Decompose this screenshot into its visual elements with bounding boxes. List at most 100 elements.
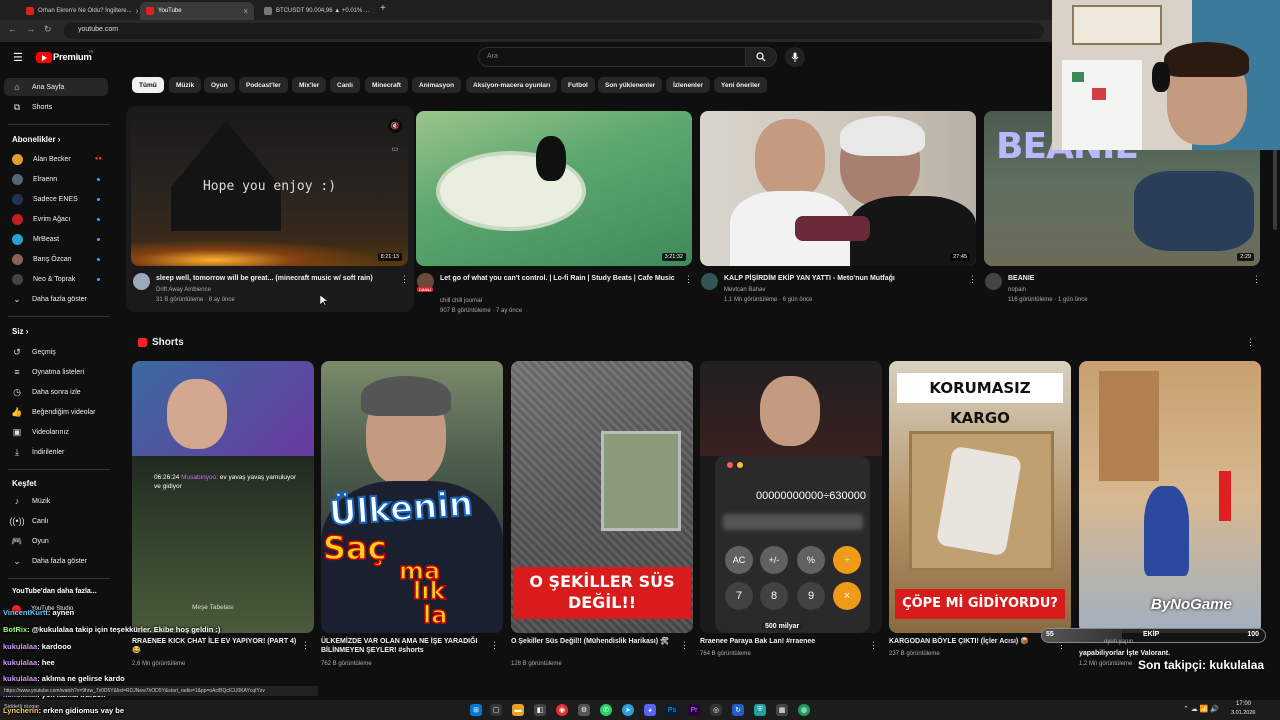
voice-search-button[interactable] — [785, 47, 805, 67]
search-input[interactable]: Ara — [478, 47, 746, 67]
whatsapp-icon[interactable]: ✆ — [600, 704, 612, 716]
sidebar-sub-mrbeast[interactable]: MrBeast — [4, 230, 108, 248]
sidebar-explore-show-more[interactable]: ⌄ Daha fazla göster — [4, 552, 108, 570]
edge-icon[interactable]: ◍ — [798, 704, 810, 716]
channel-name[interactable]: nopain — [1008, 286, 1026, 294]
short-title[interactable]: O Şekiller Süs Değil!! (Mühendislik Hari… — [511, 637, 676, 646]
browser-tab-1[interactable]: Orhan Ekren'e Ne Oldu? İngiltere... × — [20, 2, 138, 20]
obs-icon[interactable]: ◎ — [710, 704, 722, 716]
short-title[interactable]: yapabiliyorlar İşte Valorant. — [1079, 649, 1239, 658]
chip-music[interactable]: Müzik — [169, 77, 202, 93]
channel-avatar[interactable] — [133, 273, 150, 290]
shorts-more-options-icon[interactable]: ⋮ — [1246, 337, 1255, 348]
captions-icon[interactable]: ▭ — [388, 143, 402, 155]
short-title[interactable]: KARGODAN BÖYLE ÇIKTI! (İçler Acısı) 📦 — [889, 637, 1049, 646]
task-view-icon[interactable]: ▢ — [490, 704, 502, 716]
chip-gaming[interactable]: Oyun — [204, 77, 235, 93]
file-explorer-icon[interactable]: ▬ — [512, 704, 524, 716]
reload-icon[interactable]: ↻ — [44, 24, 52, 35]
chip-recently-uploaded[interactable]: Son yüklenenler — [598, 77, 663, 93]
menu-icon[interactable]: ☰ — [13, 51, 23, 64]
settings-gear-icon[interactable]: ⚙ — [578, 704, 590, 716]
forward-icon[interactable]: → — [26, 24, 35, 34]
chip-all[interactable]: Tümü — [132, 77, 164, 93]
chip-new-to-you[interactable]: Yeni öneriler — [714, 77, 768, 93]
short-title[interactable]: Rraenee Paraya Bak Lan! #rraenee — [700, 637, 865, 646]
youtube-logo-icon[interactable] — [36, 52, 52, 63]
short-thumbnail[interactable]: KORUMASIZ KARGO ÇÖPE Mİ GİDİYORDU? — [889, 361, 1071, 633]
sidebar-sub-sadece-enes[interactable]: Sadece ENES — [4, 190, 108, 208]
close-tab-icon[interactable]: × — [373, 7, 374, 16]
video-title[interactable]: sleep well, tomorrow will be great... (m… — [156, 274, 396, 283]
more-options-icon[interactable]: ⋮ — [301, 640, 310, 651]
chrome-icon[interactable]: ◉ — [556, 704, 568, 716]
video-thumbnail[interactable]: 27:45 — [700, 111, 976, 266]
short-title[interactable]: ÜLKEMİZDE VAR OLAN AMA NE İŞE YARADIĞI B… — [321, 637, 486, 655]
more-options-icon[interactable]: ⋮ — [869, 640, 878, 651]
video-title[interactable]: KALP PİŞİRDİM EKİP YAN YATTI - Meto'nun … — [724, 274, 960, 283]
short-title[interactable]: RRAENEE KICK CHAT İLE EV YAPIYOR! (PART … — [132, 637, 297, 655]
back-icon[interactable]: ← — [8, 24, 17, 34]
channel-name[interactable]: Drift Away Ambience — [156, 286, 211, 294]
more-options-icon[interactable]: ⋮ — [1252, 274, 1261, 285]
search-button[interactable] — [745, 47, 777, 67]
premiere-icon[interactable]: Pr — [688, 704, 700, 716]
close-tab-icon[interactable]: × — [243, 7, 248, 16]
photoshop-icon[interactable]: Ps — [666, 704, 678, 716]
app-icon[interactable]: ▦ — [776, 704, 788, 716]
short-thumbnail[interactable]: O ŞEKİLLER SÜS DEĞİL!! — [511, 361, 693, 633]
channel-name[interactable]: Mevtcan Bahav — [724, 286, 765, 294]
sidebar-show-more[interactable]: ⌄ Daha fazla göster — [4, 290, 108, 308]
short-thumbnail[interactable]: 00000000000÷630000 AC +/- % ÷ 7 8 9 × 50… — [700, 361, 882, 633]
sidebar-item-liked[interactable]: 👍 Beğendiğim videolar — [4, 403, 108, 421]
sidebar-sub-baris-ozcan[interactable]: Barış Özcan — [4, 250, 108, 268]
short-thumbnail[interactable]: 06:26:24 Musabinyoo: ev yavaş yavaş yamu… — [132, 361, 314, 633]
chip-live[interactable]: Canlı — [330, 77, 360, 93]
sidebar-item-gaming[interactable]: 🎮 Oyun — [4, 532, 108, 550]
app-icon[interactable]: ↻ — [732, 704, 744, 716]
channel-avatar[interactable] — [701, 273, 718, 290]
video-title[interactable]: BEANIE — [1008, 274, 1244, 283]
video-thumbnail[interactable]: Hope you enjoy :) 8:21:13 — [131, 111, 408, 266]
short-thumbnail[interactable]: Ülkenin Saç ma lık la — [321, 361, 503, 633]
channel-name[interactable]: chill chill journal — [440, 297, 482, 305]
sidebar-item-watch-later[interactable]: ◷ Daha sonra izle — [4, 383, 108, 401]
sidebar-item-your-videos[interactable]: ▣ Videolarınız — [4, 423, 108, 441]
more-options-icon[interactable]: ⋮ — [400, 274, 409, 285]
chip-animation[interactable]: Animasyon — [412, 77, 462, 93]
chip-minecraft[interactable]: Minecraft — [365, 77, 408, 93]
more-options-icon[interactable]: ⋮ — [680, 640, 689, 651]
sidebar-item-playlists[interactable]: ≡ Oynatma listeleri — [4, 363, 108, 381]
subscriptions-heading[interactable]: Abonelikler › — [12, 135, 60, 144]
browser-tab-3[interactable]: BTCUSDT 90.004,96 ▲ +0.01% ... × — [258, 2, 374, 20]
windows-start-icon[interactable]: ⊞ — [470, 704, 482, 716]
sidebar-item-downloads[interactable]: ⤓ İndirilenler — [4, 443, 108, 461]
channel-avatar[interactable] — [985, 273, 1002, 290]
address-input[interactable]: youtube.com — [64, 23, 1044, 39]
sidebar-sub-alan-becker[interactable]: Alan Becker ●● — [4, 150, 108, 168]
telegram-icon[interactable]: ➤ — [622, 704, 634, 716]
discord-icon[interactable]: ◕ — [644, 704, 656, 716]
sidebar-item-home[interactable]: ⌂ Ana Sayfa — [4, 78, 108, 96]
sidebar-sub-elraenn[interactable]: Elraenn — [4, 170, 108, 188]
sidebar-item-history[interactable]: ↺ Geçmiş — [4, 343, 108, 361]
sidebar-sub-evrim-agaci[interactable]: Evrim Ağacı — [4, 210, 108, 228]
short-thumbnail[interactable]: ByNoGame — [1079, 361, 1261, 633]
sidebar-item-live[interactable]: ((•)) Canlı — [4, 512, 108, 530]
new-tab-button[interactable]: + — [380, 3, 386, 14]
system-tray-icons[interactable]: ⌃ ☁ 📶 🔊 — [1183, 705, 1219, 713]
chip-mixes[interactable]: Mix'ler — [292, 77, 327, 93]
sidebar-sub-neo-toprak[interactable]: Neo & Toprak — [4, 270, 108, 288]
more-options-icon[interactable]: ⋮ — [684, 274, 693, 285]
video-thumbnail[interactable]: 3:21:32 — [416, 111, 692, 266]
chip-watched[interactable]: İzlenenler — [666, 77, 710, 93]
video-title[interactable]: Let go of what you can't control. | Lo-f… — [440, 274, 676, 283]
sidebar-item-music[interactable]: ♪ Müzik — [4, 492, 108, 510]
close-tab-icon[interactable]: × — [136, 7, 138, 16]
sidebar-item-shorts[interactable]: ⧉ Shorts — [4, 98, 108, 116]
more-options-icon[interactable]: ⋮ — [968, 274, 977, 285]
chip-football[interactable]: Futbol — [561, 77, 595, 93]
vpn-icon[interactable]: ⛨ — [754, 704, 766, 716]
store-icon[interactable]: ◧ — [534, 704, 546, 716]
chip-action-adventure[interactable]: Aksiyon-macera oyunları — [466, 77, 558, 93]
